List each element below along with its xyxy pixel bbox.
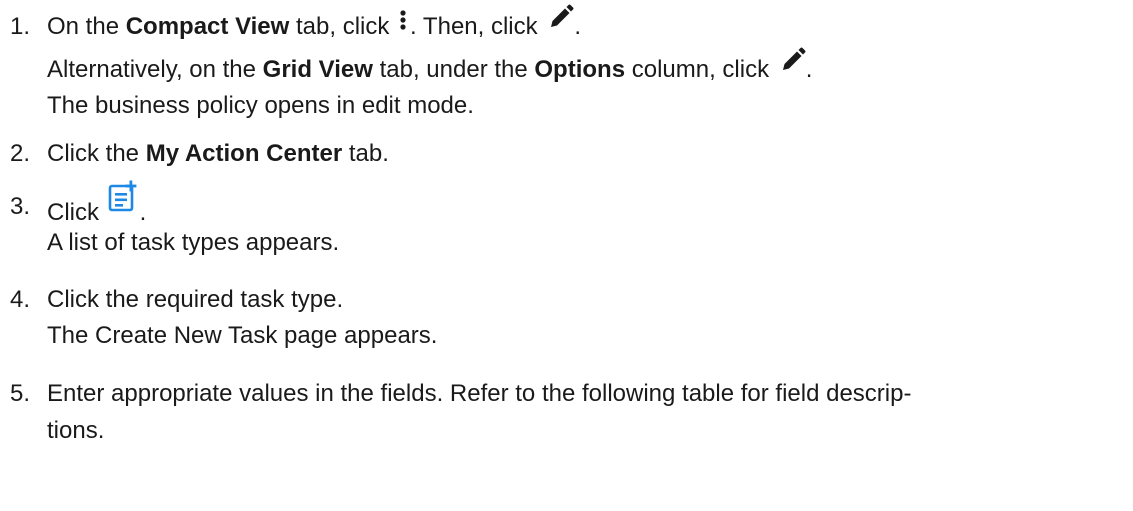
step-1-result: The business policy opens in edit mode. (47, 92, 474, 119)
step-3-result: A list of task types appears. (47, 229, 340, 256)
compact-view-tab-label: Compact View (125, 13, 290, 40)
step-2-line-1: Click the My Action Center tab. (47, 140, 389, 167)
pencil-icon (548, 4, 574, 34)
step-number: 5. (10, 380, 31, 407)
step-4-line-1: Click the required task type. (47, 286, 344, 313)
step-number: 2. (10, 140, 31, 167)
step-4-result: The Create New Task page appears. (47, 322, 438, 349)
pencil-icon (780, 47, 806, 77)
step-1-line-2: Alternatively, on the Grid View tab, und… (47, 47, 812, 87)
step-3-line-1: Click . (47, 180, 146, 230)
step-5-line-2: tions. (47, 417, 105, 444)
add-task-icon (108, 180, 140, 220)
step-number: 3. (10, 193, 31, 220)
step-number: 4. (10, 286, 31, 313)
step-1-line-1: On the Compact View tab, click . Then, c… (47, 4, 581, 44)
step-number: 1. (10, 13, 31, 40)
grid-view-tab-label: Grid View (262, 56, 373, 83)
step-5-line-1: Enter appropriate values in the fields. … (47, 380, 912, 407)
my-action-center-tab-label: My Action Center (145, 140, 343, 167)
options-column-label: Options (534, 56, 626, 83)
vertical-ellipsis-icon (398, 10, 408, 34)
